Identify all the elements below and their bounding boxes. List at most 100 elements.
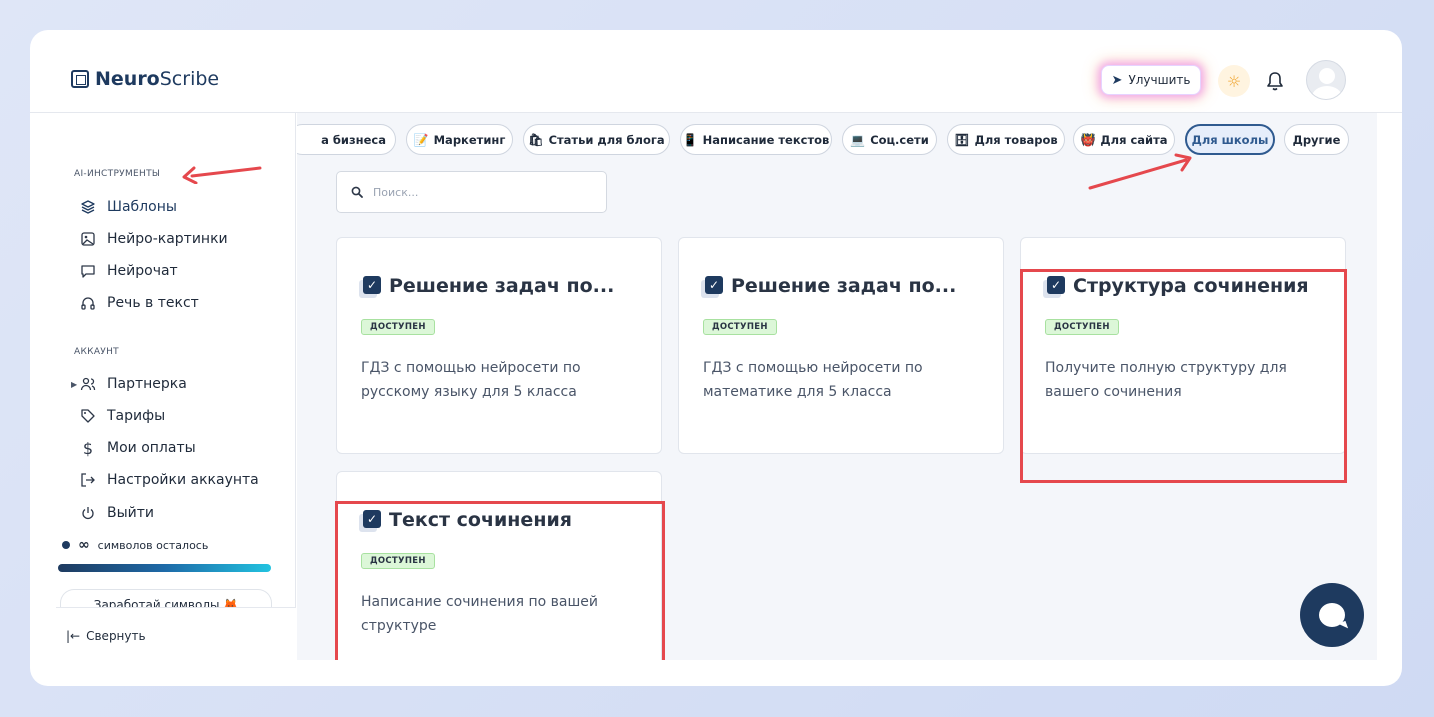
sidebar-item-account-settings[interactable]: Настройки аккаунта [80,468,259,492]
sidebar-item-label: Выйти [107,505,155,521]
sidebar-item-neuro-images[interactable]: Нейро-картинки [80,227,228,251]
sidebar-item-logout[interactable]: Выйти [80,501,154,525]
sidebar-item-label: Мои оплаты [107,440,196,456]
logo-icon [71,70,89,88]
annotation-arrow [1088,153,1192,190]
shopping-bags-icon: 🛍 [528,132,544,147]
theme-toggle-button[interactable]: ☼ [1218,65,1250,97]
category-chip-social[interactable]: 💻 Соц.сети [842,124,937,155]
collapse-row: |← Свернуть [56,607,296,686]
sidebar-item-templates[interactable]: Шаблоны [80,195,177,219]
card-title: ✓ Решение задач по... [701,275,957,298]
category-chip-writing[interactable]: 📱 Написание текстов [680,124,832,155]
card-title: ✓ Решение задач по... [359,275,615,298]
account-section-title: АККАУНТ [74,347,119,357]
annotation-arrow [182,166,262,184]
image-icon [80,231,96,247]
template-card[interactable]: ✓ Решение задач по... ДОСТУПЕН ГДЗ с пом… [678,237,1004,454]
upgrade-button[interactable]: ➤ Улучшить [1101,65,1201,95]
chip-label: Написание текстов [702,132,830,147]
search-icon [351,186,363,198]
sidebar-item-payments[interactable]: $ Мои оплаты [80,436,196,460]
status-badge: ДОСТУПЕН [703,319,777,335]
dollar-icon: $ [82,438,94,458]
search-input[interactable] [373,185,593,199]
chip-label: Для товаров [974,132,1058,147]
category-chip-other[interactable]: Другие [1284,124,1349,155]
sidebar-item-partners[interactable]: ▶ Партнерка [71,372,187,396]
cabinet-icon: 🗄 [954,132,970,147]
users-icon [80,376,96,392]
sidebar-item-label: Шаблоны [107,199,177,215]
collapse-sidebar-button[interactable]: |← Свернуть [66,629,146,643]
bell-icon [1267,72,1283,91]
logo[interactable]: NeuroScribe [71,68,219,90]
card-title-text: Решение задач по... [731,275,957,297]
tag-icon [80,408,96,424]
chip-label: Для школы [1191,132,1269,147]
tools-section-title: AI-ИНСТРУМЕНТЫ [74,169,161,179]
card-description: ГДЗ с помощью нейросети по русскому язык… [361,360,581,400]
chip-label: Соц.сети [870,132,929,147]
rocket-icon: ➤ [1111,72,1123,88]
chat-support-button[interactable] [1300,583,1364,647]
chat-bubble-icon [1319,603,1345,627]
ogre-icon: 👹 [1080,132,1096,147]
credits-dot [62,541,70,549]
avatar-head [1319,68,1335,84]
upgrade-label: Улучшить [1128,73,1191,87]
sidebar-item-label: Партнерка [107,376,187,392]
chip-label: Для сайта [1100,132,1168,147]
layers-icon [80,199,96,215]
main-content: а бизнеса 📝 Маркетинг 🛍 Статьи для блога… [297,113,1377,660]
sidebar-item-label: Настройки аккаунта [107,472,259,488]
sidebar-item-speech-to-text[interactable]: Речь в текст [80,291,199,315]
category-chip-blog[interactable]: 🛍 Статьи для блога [523,124,670,155]
logout-icon [80,472,96,488]
chip-label: Маркетинг [433,132,506,147]
category-chip-business[interactable]: а бизнеса [297,124,396,155]
sidebar-item-label: Нейро-картинки [107,231,228,247]
credits-progress-bar [58,564,271,572]
sidebar-item-neurochat[interactable]: Нейрочат [80,259,178,283]
earn-credits-button[interactable]: Заработай символы 🦊 [60,589,272,607]
chip-label: а бизнеса [321,132,386,147]
logo-text: NeuroScribe [95,68,220,90]
chat-icon [80,263,96,279]
chip-label: Другие [1292,132,1341,147]
category-chip-site[interactable]: 👹 Для сайта [1073,124,1175,155]
sidebar: AI-ИНСТРУМЕНТЫ Шаблоны Нейро-картинки Не… [56,113,296,686]
highlight-box [335,501,665,660]
sidebar-item-tariffs[interactable]: Тарифы [80,404,165,428]
checkbox-icon: ✓ [359,276,381,298]
card-description: ГДЗ с помощью нейросети по математике дл… [703,360,923,400]
user-avatar[interactable] [1306,60,1346,100]
template-card[interactable]: ✓ Решение задач по... ДОСТУПЕН ГДЗ с пом… [336,237,662,454]
credits-symbol: ∞ [78,537,90,553]
category-chip-marketing[interactable]: 📝 Маркетинг [406,124,513,155]
sidebar-item-label: Нейрочат [107,263,178,279]
category-chip-school[interactable]: Для школы [1185,124,1275,155]
app-window: NeuroScribe ➤ Улучшить ☼ AI-ИНСТРУМЕНТЫ … [30,30,1402,686]
credits-text: символов осталось [97,538,209,552]
highlight-box [1020,269,1347,483]
credits-status: ∞ символов осталось [62,537,208,553]
laptop-icon: 💻 [850,132,866,147]
caret-right-icon: ▶ [71,379,78,389]
avatar-body [1312,86,1342,99]
collapse-label: Свернуть [86,629,146,643]
headphones-icon [80,295,96,311]
category-chip-products[interactable]: 🗄 Для товаров [947,124,1065,155]
sun-icon: ☼ [1226,71,1242,91]
notifications-button[interactable] [1262,68,1288,94]
top-header: NeuroScribe ➤ Улучшить ☼ [30,30,1402,113]
card-title-text: Решение задач по... [389,275,615,297]
phone-icon: 📱 [682,132,698,147]
memo-icon: 📝 [413,132,429,147]
sidebar-item-label: Речь в текст [107,295,199,311]
search-box [336,171,607,213]
category-chips: а бизнеса 📝 Маркетинг 🛍 Статьи для блога… [297,123,1377,157]
checkbox-icon: ✓ [701,276,723,298]
status-badge: ДОСТУПЕН [361,319,435,335]
collapse-icon: |← [66,629,81,643]
